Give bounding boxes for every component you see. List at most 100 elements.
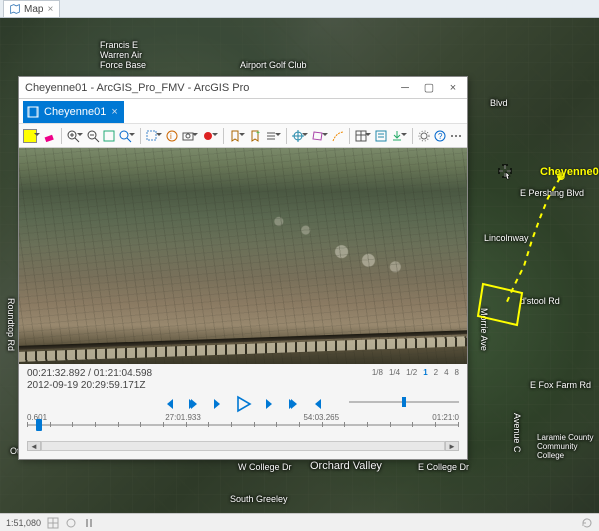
forward-button[interactable]	[262, 397, 276, 411]
separator	[412, 128, 413, 144]
properties-icon	[374, 129, 388, 143]
frame-center-button[interactable]	[291, 127, 305, 144]
color-picker-button[interactable]	[23, 127, 37, 144]
clear-button[interactable]	[43, 127, 57, 144]
playback-controls	[27, 395, 459, 413]
play-button[interactable]	[234, 395, 252, 413]
help-button[interactable]: ?	[433, 127, 447, 144]
bookmark-button[interactable]	[228, 127, 242, 144]
separator	[286, 128, 287, 144]
more-button[interactable]	[449, 127, 463, 144]
zoom-in-icon	[66, 129, 80, 143]
identify-icon: i	[165, 129, 179, 143]
video-file-tab[interactable]: Cheyenne01 ×	[23, 101, 124, 123]
close-icon[interactable]: ×	[47, 4, 53, 15]
speed-1-4[interactable]: 1/4	[389, 368, 400, 379]
gear-icon	[417, 129, 431, 143]
separator	[140, 128, 141, 144]
timeline-thumb[interactable]	[36, 419, 42, 431]
eraser-icon	[43, 129, 57, 143]
step-forward-button[interactable]	[286, 397, 300, 411]
skip-end-button[interactable]	[310, 397, 324, 411]
table-icon	[354, 129, 368, 143]
zoom-out-button[interactable]	[86, 127, 100, 144]
video-file-label: Cheyenne01	[44, 106, 106, 118]
step-back-button[interactable]	[186, 397, 200, 411]
sensor-track-button[interactable]	[331, 127, 345, 144]
separator	[61, 128, 62, 144]
timeline-scrollbar[interactable]: ◄ ►	[27, 439, 459, 453]
settings-button[interactable]	[417, 127, 431, 144]
grid-icon[interactable]	[47, 517, 59, 529]
frame-outline-button[interactable]	[311, 127, 325, 144]
maximize-button[interactable]: ▢	[417, 79, 441, 97]
extent-icon	[102, 129, 116, 143]
speed-1[interactable]: 1	[423, 368, 427, 379]
svg-text:+: +	[256, 130, 260, 137]
zoom-extent-button[interactable]	[102, 127, 116, 144]
map-tab[interactable]: Map ×	[3, 0, 60, 17]
fmv-controls: 00:21:32.892 / 01:21:04.598 1/8 1/4 1/2 …	[19, 364, 467, 459]
identify-button[interactable]: i	[165, 127, 179, 144]
manage-bookmarks-button[interactable]	[264, 127, 278, 144]
elapsed-time: 00:21:32.892	[27, 368, 85, 379]
speed-8[interactable]: 8	[455, 368, 459, 379]
metadata-button[interactable]	[354, 127, 368, 144]
speed-1-2[interactable]: 1/2	[406, 368, 417, 379]
speed-slider[interactable]	[349, 395, 459, 409]
video-viewport[interactable]	[19, 148, 467, 364]
magnify-button[interactable]	[118, 127, 132, 144]
svg-text:i: i	[170, 132, 172, 141]
refresh-icon[interactable]	[581, 517, 593, 529]
close-button[interactable]: ×	[441, 79, 465, 97]
pause-icon[interactable]	[83, 517, 95, 529]
snap-icon[interactable]	[65, 517, 77, 529]
capture-frame-button[interactable]	[181, 127, 195, 144]
zoom-in-button[interactable]	[66, 127, 80, 144]
status-bar: 1:51,080	[0, 513, 599, 531]
properties-button[interactable]	[374, 127, 388, 144]
track-icon	[331, 129, 345, 143]
camera-icon	[181, 129, 195, 143]
add-bookmark-button[interactable]: +	[248, 127, 262, 144]
map-icon	[10, 4, 20, 14]
target-label: Cheyenne01	[540, 166, 599, 178]
select-icon	[145, 129, 159, 143]
film-icon	[27, 106, 39, 118]
svg-text:?: ?	[438, 132, 443, 141]
timeline-slider[interactable]: 0.601 27:01.933 54:03.265 01:21:0	[27, 415, 459, 437]
skip-start-button[interactable]	[162, 397, 176, 411]
fmv-toolbar: i + ?	[19, 123, 467, 148]
crosshair-icon	[291, 129, 305, 143]
frame-timestamp: 2012-09-19 20:29:59.171Z	[27, 380, 145, 391]
speed-1-8[interactable]: 1/8	[372, 368, 383, 379]
select-button[interactable]	[145, 127, 159, 144]
scroll-left-button[interactable]: ◄	[27, 441, 41, 451]
outline-icon	[311, 129, 325, 143]
magnify-icon	[118, 129, 132, 143]
zoom-out-icon	[86, 129, 100, 143]
record-button[interactable]	[201, 127, 215, 144]
list-icon	[264, 129, 278, 143]
export-icon	[390, 129, 404, 143]
speed-2[interactable]: 2	[434, 368, 438, 379]
scroll-right-button[interactable]: ►	[445, 441, 459, 451]
speed-marks: 1/8 1/4 1/2 1 2 4 8	[372, 368, 459, 379]
scale-readout[interactable]: 1:51,080	[6, 518, 41, 528]
map-tab-label: Map	[24, 4, 43, 15]
help-icon: ?	[433, 129, 447, 143]
bookmark-icon	[228, 129, 242, 143]
total-duration: 01:21:04.598	[94, 368, 152, 379]
rewind-button[interactable]	[210, 397, 224, 411]
fmv-player-window: Cheyenne01 - ArcGIS_Pro_FMV - ArcGIS Pro…	[18, 76, 468, 460]
fmv-titlebar[interactable]: Cheyenne01 - ArcGIS_Pro_FMV - ArcGIS Pro…	[19, 77, 467, 99]
separator	[349, 128, 350, 144]
speed-4[interactable]: 4	[444, 368, 448, 379]
window-title: Cheyenne01 - ArcGIS_Pro_FMV - ArcGIS Pro	[25, 82, 249, 94]
export-button[interactable]	[390, 127, 404, 144]
add-bookmark-icon: +	[248, 129, 262, 143]
close-icon[interactable]: ×	[111, 106, 117, 118]
minimize-button[interactable]: ─	[393, 79, 417, 97]
record-icon	[201, 129, 215, 143]
map-view[interactable]: Francis E Warren Air Force Base Airport …	[0, 18, 599, 513]
